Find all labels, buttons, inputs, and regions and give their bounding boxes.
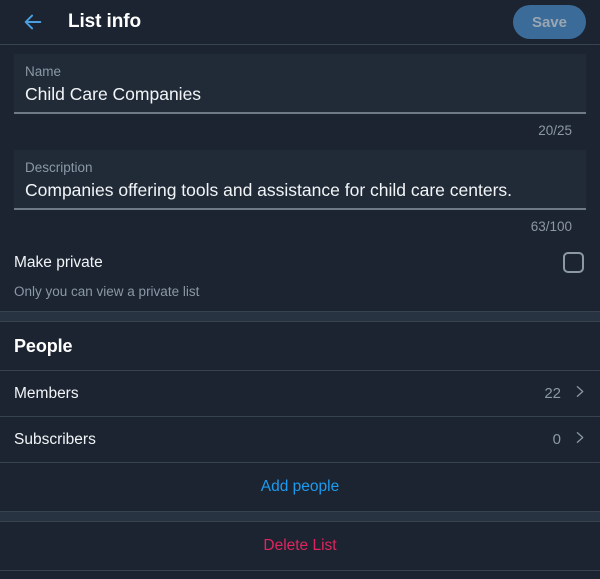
name-field-label: Name	[25, 64, 62, 79]
delete-list-divider	[0, 570, 600, 571]
people-section-title: People	[14, 336, 73, 356]
app-header: List info Save	[0, 0, 600, 44]
add-people-link[interactable]: Add people	[261, 478, 339, 496]
section-separator-danger	[0, 511, 600, 522]
members-count: 22	[544, 385, 561, 402]
name-field-wrapper: Name Child Care Companies 20/25	[0, 45, 600, 140]
save-button[interactable]: Save	[512, 5, 586, 39]
description-field-label: Description	[25, 160, 93, 175]
name-char-counter: 20/25	[538, 123, 572, 138]
section-separator-people	[0, 311, 600, 322]
chevron-right-icon	[573, 431, 586, 449]
subscribers-label: Subscribers	[14, 430, 96, 448]
add-people-row[interactable]: Add people	[0, 463, 600, 511]
back-button[interactable]	[16, 5, 50, 39]
list-info-screen: List info Save Name Child Care Companies…	[0, 0, 600, 579]
name-field[interactable]: Name Child Care Companies	[14, 54, 586, 114]
page-title: List info	[68, 11, 141, 32]
delete-list-row[interactable]: Delete List	[0, 522, 600, 570]
name-input[interactable]: Child Care Companies	[25, 82, 575, 106]
arrow-left-icon	[22, 11, 44, 33]
make-private-label: Make private	[14, 253, 103, 271]
make-private-row[interactable]: Make private	[14, 252, 586, 273]
make-private-checkbox[interactable]	[563, 252, 584, 273]
delete-list-link[interactable]: Delete List	[263, 537, 336, 555]
members-label: Members	[14, 384, 79, 402]
description-input[interactable]: Companies offering tools and assistance …	[25, 178, 575, 202]
subscribers-row[interactable]: Subscribers 0	[0, 417, 600, 462]
description-field[interactable]: Description Companies offering tools and…	[14, 150, 586, 210]
chevron-right-icon	[573, 385, 586, 403]
make-private-section: Make private Only you can view a private…	[0, 236, 600, 311]
description-char-counter: 63/100	[530, 219, 572, 234]
members-row[interactable]: Members 22	[0, 371, 600, 416]
subscribers-count: 0	[552, 431, 561, 448]
description-field-wrapper: Description Companies offering tools and…	[0, 140, 600, 236]
make-private-hint: Only you can view a private list	[14, 284, 200, 299]
